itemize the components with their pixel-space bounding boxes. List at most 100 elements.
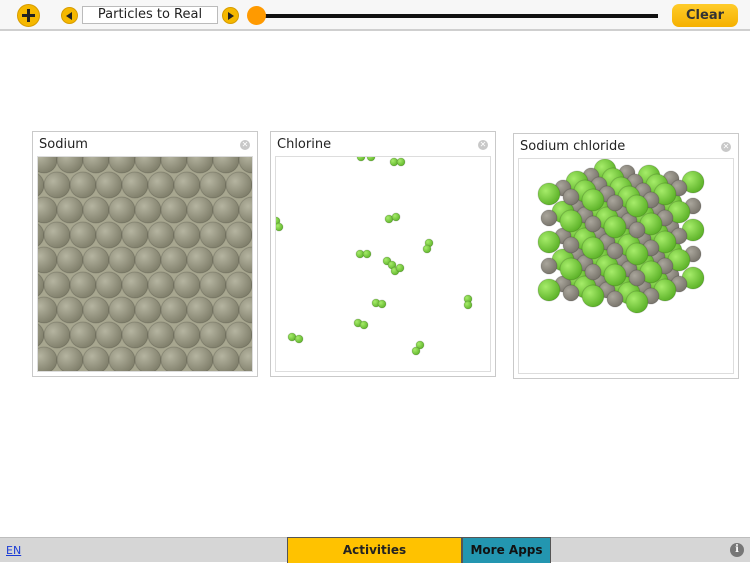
- sodium-atom: [238, 157, 252, 174]
- add-button[interactable]: [17, 4, 40, 27]
- sodium-atom: [38, 273, 45, 297]
- chlorine-atom: [294, 334, 304, 344]
- progress-slider-thumb[interactable]: [247, 6, 266, 25]
- clear-button[interactable]: Clear: [672, 4, 738, 27]
- language-link[interactable]: EN: [6, 544, 21, 557]
- sodium-ion: [606, 290, 624, 308]
- sodium-atom: [43, 321, 71, 349]
- sodium-atom: [147, 321, 175, 349]
- sodium-atom: [160, 296, 188, 324]
- info-icon[interactable]: i: [730, 543, 744, 557]
- sodium-atom: [43, 171, 71, 199]
- sodium-atom: [95, 171, 123, 199]
- chlorine-atom: [276, 222, 284, 232]
- close-icon[interactable]: ✕: [721, 142, 731, 152]
- chloride-ion: [537, 278, 561, 302]
- sodium-atom: [56, 196, 84, 224]
- sodium-ion: [628, 269, 646, 287]
- sodium-ion: [584, 215, 602, 233]
- chloride-ion: [625, 194, 649, 218]
- chlorine-particle-view: [275, 156, 491, 372]
- sodium-atom: [186, 157, 214, 174]
- sodium-atom: [121, 221, 149, 249]
- sodium-atom: [69, 171, 97, 199]
- tab-more-apps[interactable]: More Apps: [462, 537, 551, 563]
- sodium-atom: [134, 246, 162, 274]
- next-activity-button[interactable]: [222, 7, 239, 24]
- sodium-atom: [147, 271, 175, 299]
- nacl-crystal-graphic: [537, 159, 705, 314]
- sodium-atom: [69, 221, 97, 249]
- sodium-atom: [38, 196, 58, 224]
- sodium-atom: [173, 271, 201, 299]
- chlorine-molecules-graphic: [276, 157, 473, 356]
- sodium-atom: [82, 157, 110, 174]
- sodium-atom: [56, 296, 84, 324]
- sodium-ion: [540, 209, 558, 227]
- sodium-atom: [147, 221, 175, 249]
- sodium-atom: [160, 196, 188, 224]
- sodium-atom: [251, 331, 252, 339]
- chlorine-atom: [422, 244, 432, 254]
- sodium-atom: [82, 246, 110, 274]
- panel-sodium[interactable]: Sodium ✕: [32, 131, 258, 377]
- close-icon[interactable]: ✕: [240, 140, 250, 150]
- sodium-atom: [38, 173, 45, 197]
- chloride-ion: [537, 182, 561, 206]
- sodium-atom: [186, 246, 214, 274]
- chloride-ion: [625, 290, 649, 314]
- sodium-atom: [134, 196, 162, 224]
- chlorine-atom: [366, 157, 376, 162]
- panel-title: Sodium chloride: [520, 139, 626, 154]
- chlorine-atom: [377, 299, 387, 309]
- sodium-atom: [212, 196, 240, 224]
- sodium-atom: [56, 246, 84, 274]
- panel-chlorine[interactable]: Chlorine ✕: [270, 131, 496, 377]
- sodium-atom: [238, 296, 252, 324]
- sodium-atom: [212, 346, 240, 371]
- sodium-ion: [628, 221, 646, 239]
- sodium-ion: [606, 242, 624, 260]
- sodium-atom: [108, 196, 136, 224]
- sodium-atom: [199, 321, 227, 349]
- sodium-atom: [199, 171, 227, 199]
- sodium-ion: [562, 284, 580, 302]
- chloride-ion: [537, 230, 561, 254]
- sodium-atom: [212, 157, 240, 174]
- sodium-atom: [121, 171, 149, 199]
- sodium-atom: [38, 223, 45, 247]
- sodium-atom: [95, 321, 123, 349]
- sodium-atom: [160, 246, 188, 274]
- tab-activities[interactable]: Activities: [287, 537, 462, 563]
- sodium-atom: [108, 296, 136, 324]
- panel-title: Chlorine: [277, 137, 332, 152]
- sodium-atom: [69, 321, 97, 349]
- chloride-ion: [625, 242, 649, 266]
- activity-title: Particles to Real: [82, 6, 218, 24]
- sodium-atom: [108, 246, 136, 274]
- sodium-atom: [225, 271, 252, 299]
- sodium-atom: [225, 221, 252, 249]
- chlorine-atom: [395, 263, 405, 273]
- sodium-atom: [186, 196, 214, 224]
- sodium-atom: [251, 181, 252, 189]
- sodium-atom: [134, 157, 162, 174]
- sodium-ion: [562, 236, 580, 254]
- sodium-atom: [82, 296, 110, 324]
- sodium-atom: [238, 346, 252, 371]
- sodium-atom: [212, 296, 240, 324]
- panel-title: Sodium: [39, 137, 88, 152]
- sodium-atom: [225, 321, 252, 349]
- sodium-atom: [160, 157, 188, 174]
- sodium-atom: [186, 296, 214, 324]
- previous-activity-button[interactable]: [61, 7, 78, 24]
- sodium-atom: [121, 271, 149, 299]
- sodium-atom: [108, 157, 136, 174]
- chloride-ion: [581, 188, 605, 212]
- panel-sodium-chloride[interactable]: Sodium chloride ✕: [513, 133, 739, 379]
- close-icon[interactable]: ✕: [478, 140, 488, 150]
- sodium-atom: [134, 346, 162, 371]
- triangle-right-icon: [228, 12, 234, 20]
- sodium-atom: [82, 196, 110, 224]
- progress-slider-track[interactable]: [256, 14, 658, 18]
